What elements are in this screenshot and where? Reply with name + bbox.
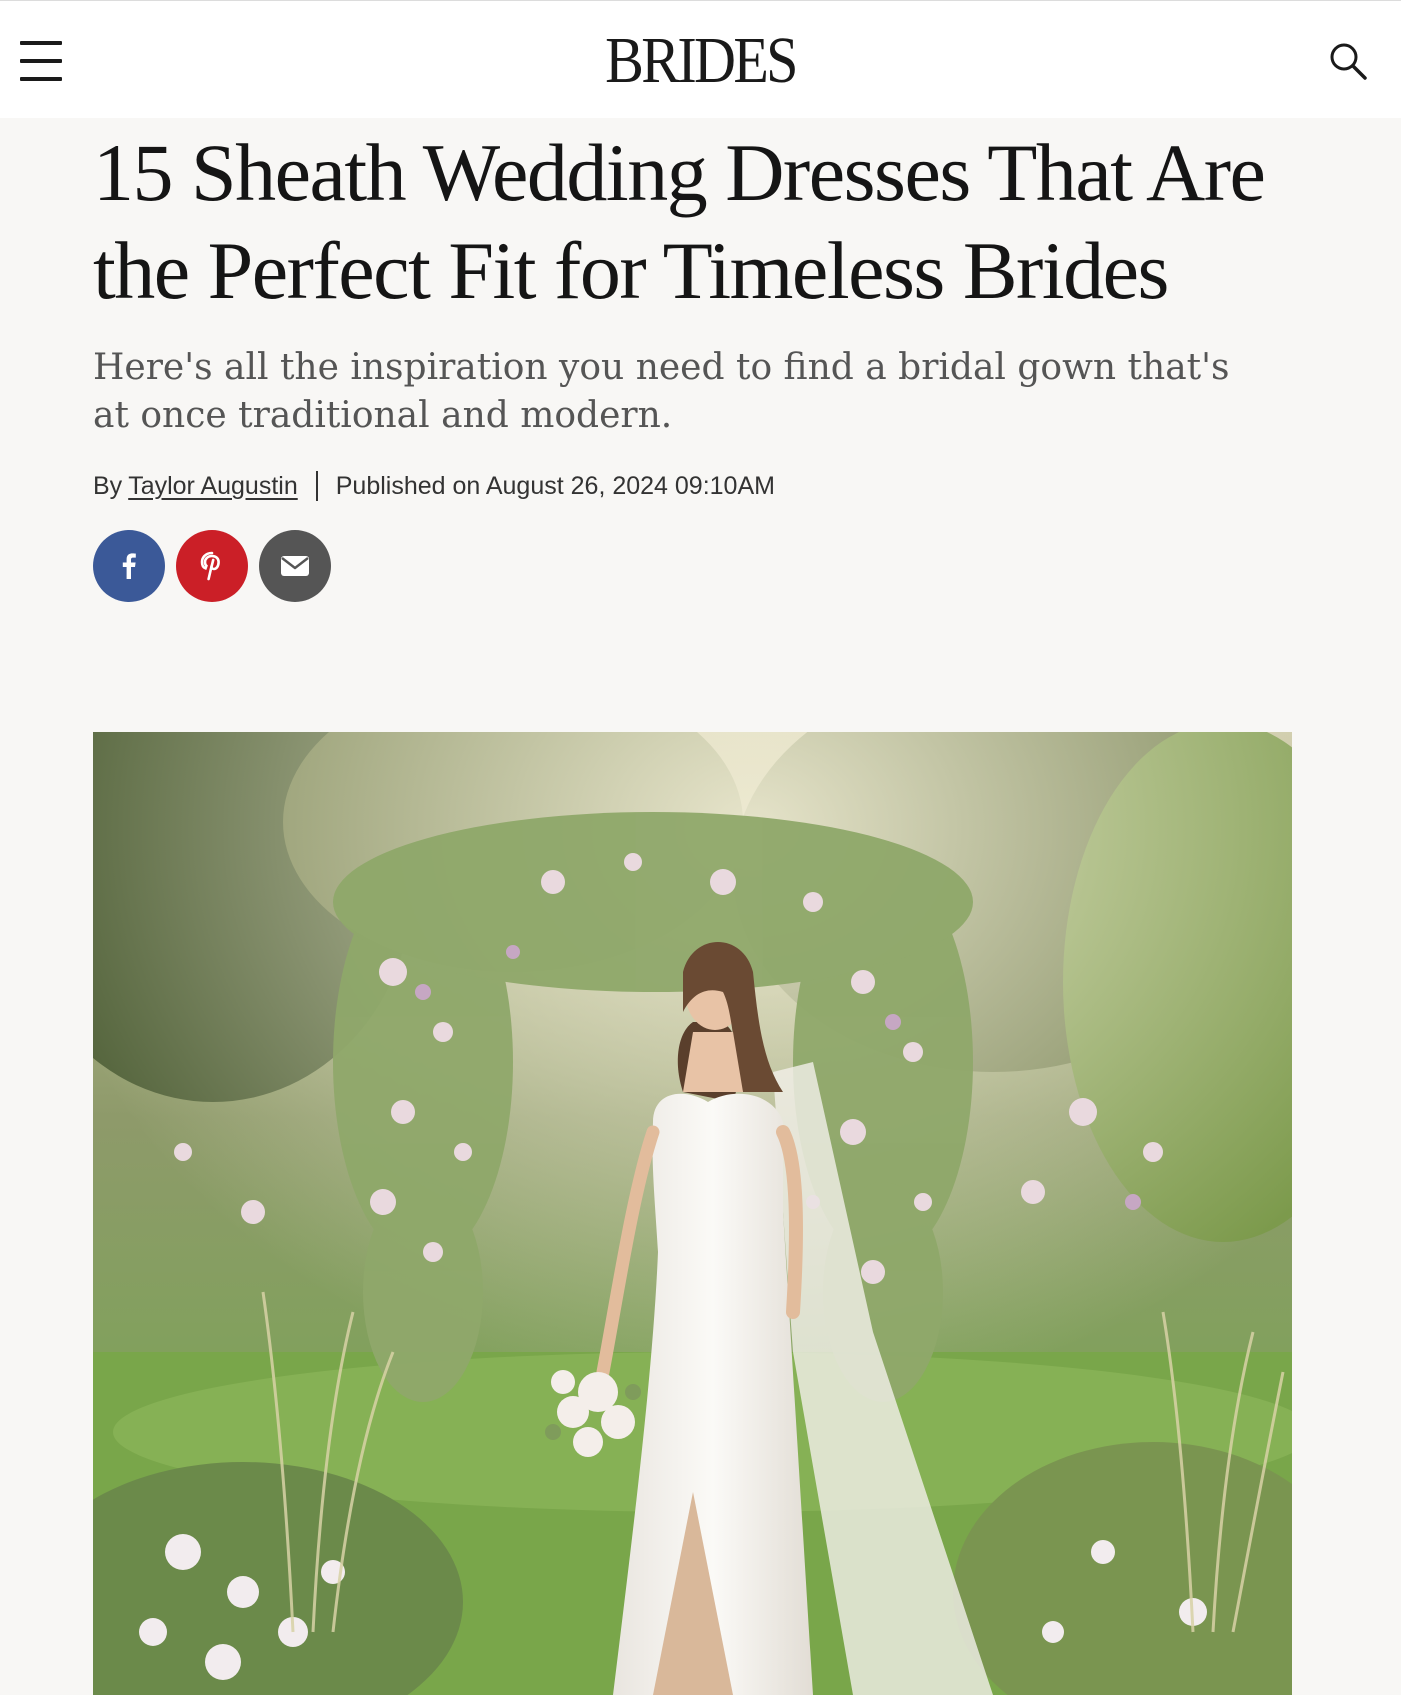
pinterest-share-button[interactable] <box>176 530 248 602</box>
publish-date: Published on August 26, 2024 09:10AM <box>335 472 775 500</box>
article-header: 15 Sheath Wedding Dresses That Are the P… <box>93 118 1323 602</box>
hero-image <box>93 732 1292 1695</box>
site-header: BRIDES <box>0 0 1401 118</box>
byline: By Taylor Augustin Published on August 2… <box>93 470 1323 502</box>
email-share-button[interactable] <box>259 530 331 602</box>
byline-divider <box>315 471 318 501</box>
hamburger-menu-icon[interactable] <box>20 41 62 81</box>
byline-prefix: By <box>93 472 123 500</box>
social-share-bar <box>93 530 1323 602</box>
facebook-icon <box>122 553 136 579</box>
site-logo[interactable]: BRIDES <box>84 23 1317 99</box>
article-title: 15 Sheath Wedding Dresses That Are the P… <box>93 127 1266 316</box>
facebook-share-button[interactable] <box>93 530 165 602</box>
pinterest-icon <box>200 551 220 581</box>
email-icon <box>281 556 309 576</box>
search-icon[interactable] <box>1328 41 1368 81</box>
article-subtitle: Here's all the inspiration you need to f… <box>93 347 1230 436</box>
author-link[interactable]: Taylor Augustin <box>128 470 298 502</box>
